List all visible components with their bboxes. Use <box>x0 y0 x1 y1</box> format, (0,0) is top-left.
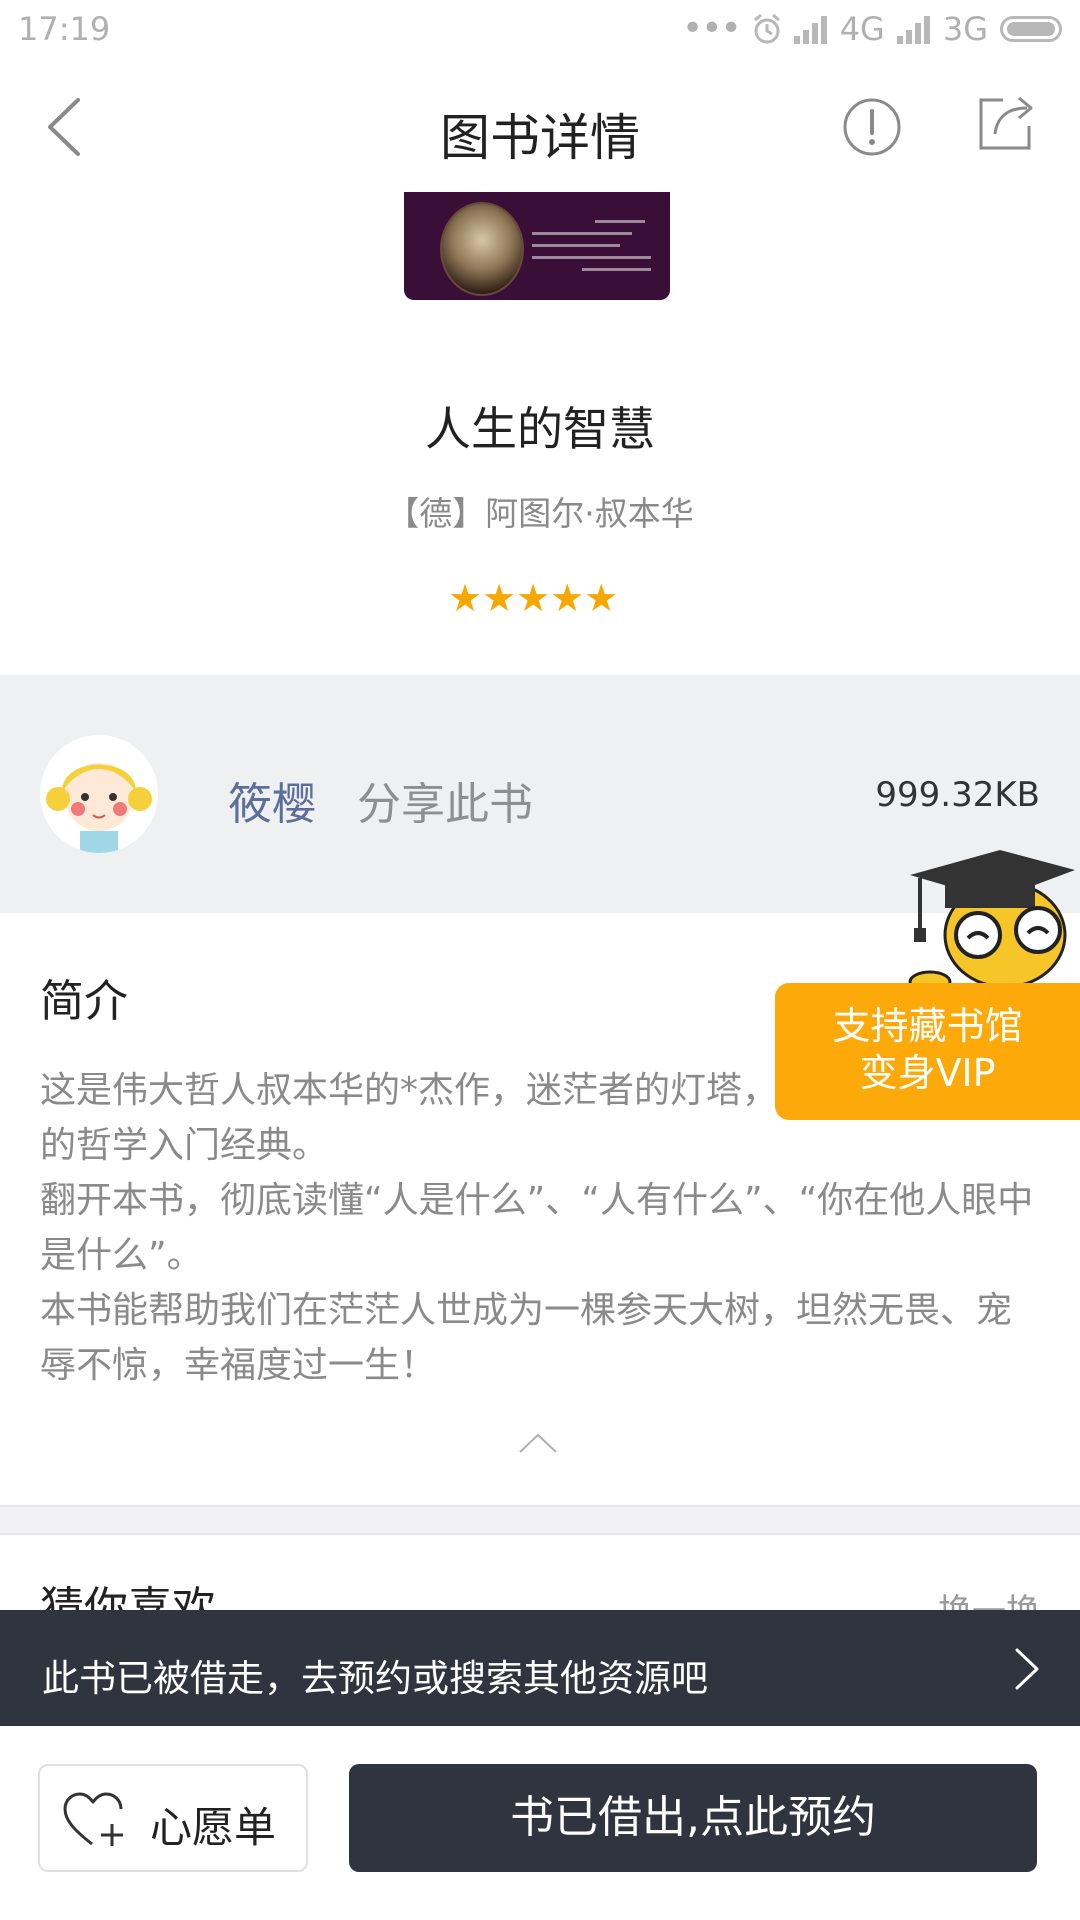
mascot-icon[interactable] <box>890 840 1080 990</box>
bottom-action-bar: 心愿单 书已借出,点此预约 <box>0 1726 1080 1920</box>
book-author: 【德】阿图尔·叔本华 <box>386 494 694 533</box>
divider <box>0 1533 1080 1535</box>
report-button[interactable] <box>842 97 902 157</box>
vip-line-2: 变身VIP <box>859 1051 996 1095</box>
avatar[interactable] <box>40 735 158 853</box>
vip-line-1: 支持藏书馆 <box>832 1004 1023 1048</box>
book-title: 人生的智慧 <box>425 402 655 456</box>
chevron-right-icon <box>1015 1648 1039 1690</box>
status-time: 17:19 <box>18 10 111 48</box>
file-size: 999.32KB <box>875 775 1040 815</box>
rating-stars: ★★★★★ <box>448 576 619 620</box>
book-cover[interactable] <box>404 192 670 300</box>
network-type-3g: 3G <box>942 9 988 48</box>
guess-you-like-title: 猜你喜欢 <box>40 1583 216 1610</box>
signal-icon <box>793 14 828 44</box>
borrowed-banner[interactable]: 此书已被借走，去预约或搜索其他资源吧 <box>0 1610 1080 1726</box>
intro-paragraph: 本书能帮助我们在茫茫人世成为一棵参天大树，坦然无畏、宠辱不惊，幸福度过一生！ <box>40 1290 1013 1386</box>
intro-paragraph: 翻开本书，彻底读懂“人是什么”、“人有什么”、“你在他人眼中是什么”。 <box>40 1180 1034 1276</box>
nav-bar: 图书详情 <box>0 62 1080 192</box>
alarm-icon <box>753 13 780 43</box>
page-title: 图书详情 <box>440 109 640 167</box>
section-gap <box>0 1507 1080 1533</box>
battery-icon <box>1000 15 1062 42</box>
collapse-chevron-up-icon[interactable] <box>516 1430 560 1456</box>
sharer-name[interactable]: 筱樱 <box>228 768 316 832</box>
borrowed-message: 此书已被借走，去预约或搜索其他资源吧 <box>42 1657 708 1700</box>
wishlist-button[interactable]: 心愿单 <box>38 1764 308 1872</box>
wishlist-label: 心愿单 <box>150 1803 277 1852</box>
refresh-button[interactable]: 换一换 <box>938 1584 1040 1610</box>
cover-text-lines <box>532 220 657 280</box>
cover-portrait <box>440 202 524 296</box>
status-icons: ••• 4G 3G <box>682 8 1062 49</box>
avatar-girl-icon <box>40 735 158 853</box>
status-bar: 17:19 ••• 4G 3G <box>0 0 1080 62</box>
heart-plus-icon <box>63 1792 123 1846</box>
network-type-4g: 4G <box>839 9 885 48</box>
signal-icon-2 <box>896 14 931 44</box>
reserve-button[interactable]: 书已借出,点此预约 <box>349 1764 1037 1872</box>
vip-badge[interactable]: 支持藏书馆 变身VIP <box>775 983 1080 1120</box>
intro-heading: 简介 <box>40 976 128 1027</box>
share-action-text: 分享此书 <box>357 779 533 830</box>
share-button[interactable] <box>975 92 1037 154</box>
book-detail-page: 17:19 ••• 4G 3G 图书详情 人生的智慧 【德】阿图尔·叔本华 ★★… <box>0 0 1080 1920</box>
more-dots-icon: ••• <box>681 8 742 49</box>
